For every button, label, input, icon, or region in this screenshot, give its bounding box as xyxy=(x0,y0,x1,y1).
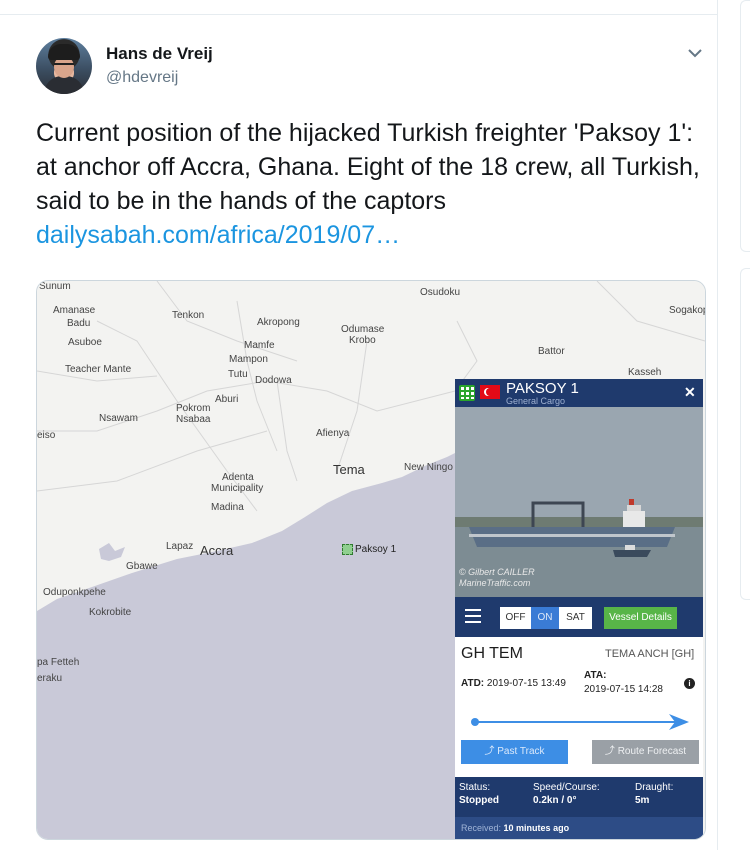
vessel-name: PAKSOY 1 xyxy=(506,380,579,397)
map-place-label: Akropong xyxy=(257,317,300,328)
panel-controls: OFF ON SAT Vessel Details xyxy=(455,597,703,637)
avatar[interactable] xyxy=(36,38,92,94)
speed-course: Speed/Course: 0.2kn / 0° xyxy=(533,781,600,807)
map-place-label: eraku xyxy=(37,673,63,684)
map-place-label: Sunum xyxy=(39,281,71,292)
draught-label: Draught: xyxy=(635,782,674,793)
sidebar-card xyxy=(740,268,750,600)
map-place-label: Kasseh xyxy=(628,367,662,378)
status: Status: Stopped xyxy=(459,781,499,807)
photo-credit: © Gilbert CAILLER MarineTraffic.com xyxy=(459,567,535,589)
author-name[interactable]: Hans de Vreij xyxy=(106,44,213,64)
map-place-label: Tutu xyxy=(228,369,248,380)
vessel-details-button[interactable]: Vessel Details xyxy=(604,607,677,629)
map-place-label: Madina xyxy=(211,502,244,513)
status-value: Stopped xyxy=(459,795,499,806)
past-track-button[interactable]: ⤴ Past Track xyxy=(461,740,568,764)
atd: ATD: 2019-07-15 13:49 xyxy=(461,678,566,689)
status-bar: Status: Stopped Speed/Course: 0.2kn / 0°… xyxy=(455,777,703,817)
received: Received: 10 minutes ago xyxy=(455,817,703,839)
vessel-panel: PAKSOY 1 General Cargo ✕ © Gilbert CAILL… xyxy=(455,379,703,839)
draught-value: 5m xyxy=(635,795,650,806)
port-destination: TEMA ANCH [GH] xyxy=(605,648,695,660)
map-place-label: Pokrom xyxy=(176,403,211,414)
map-place-label: Afienya xyxy=(316,428,350,439)
map-place-label: Nsabaa xyxy=(176,414,211,425)
received-label: Received: xyxy=(461,823,502,833)
map-place-label: Teacher Mante xyxy=(65,364,132,375)
map-place-label: Battor xyxy=(538,346,565,357)
top-divider xyxy=(0,14,717,15)
atd-label: ATD: xyxy=(461,678,485,689)
map-place-label: Krobo xyxy=(349,335,376,346)
vessel-marker-label: Paksoy 1 xyxy=(355,544,397,556)
tweet-body: Current position of the hijacked Turkish… xyxy=(36,119,700,215)
map-place-label: Adenta xyxy=(222,472,254,483)
map-place-label: Badu xyxy=(67,318,91,329)
map-place-label: Sogakop xyxy=(669,305,706,316)
turkey-flag-icon xyxy=(480,385,500,399)
vessel-marker[interactable]: Paksoy 1 xyxy=(342,544,396,555)
map-place-label: Tenkon xyxy=(172,310,205,321)
vessel-type: General Cargo xyxy=(506,396,566,406)
photo-credit-author: © Gilbert CAILLER xyxy=(459,567,535,577)
ata-label: ATA: xyxy=(584,670,607,681)
map-place-label: Aburi xyxy=(215,394,239,405)
map-card[interactable]: Sunum Osudoku Sogakop Amanase Badu Tenko… xyxy=(36,280,706,840)
toggle-off[interactable]: OFF xyxy=(500,607,531,629)
chevron-down-icon[interactable] xyxy=(684,42,706,64)
voyage-info: GH TEM TEMA ANCH [GH] ATD: 2019-07-15 13… xyxy=(455,637,703,777)
map-place-label: eiso xyxy=(37,430,56,441)
tweet-link[interactable]: dailysabah.com/africa/2019/07… xyxy=(36,218,706,252)
vessel-photo[interactable]: © Gilbert CAILLER MarineTraffic.com xyxy=(455,407,703,597)
map-place-label: New Ningo xyxy=(404,462,453,473)
voyage-progress-arrow xyxy=(471,714,689,730)
info-icon[interactable]: i xyxy=(684,678,695,689)
hamburger-menu-icon[interactable] xyxy=(465,609,481,623)
map-place-label: Odumase xyxy=(341,324,385,335)
grid-icon[interactable] xyxy=(459,385,475,401)
map-place-label: Osudoku xyxy=(420,287,461,298)
toggle-sat[interactable]: SAT xyxy=(559,607,592,629)
map-place-label: Lapaz xyxy=(166,541,194,552)
timeline-border xyxy=(717,0,718,850)
toggle-on[interactable]: ON xyxy=(531,607,559,629)
map-place-label: Tema xyxy=(333,462,365,477)
vessel-panel-header: PAKSOY 1 General Cargo ✕ xyxy=(455,379,703,407)
route-forecast-button[interactable]: ⤴ Route Forecast xyxy=(592,740,699,764)
draught: Draught: 5m xyxy=(635,781,673,807)
route-forecast-label: Route Forecast xyxy=(617,746,687,757)
received-value: 10 minutes ago xyxy=(503,823,570,833)
speed-label: Speed/Course: xyxy=(533,782,600,793)
vessel-marker-icon xyxy=(342,544,353,555)
sidebar-card xyxy=(740,0,750,252)
map-place-label: Dodowa xyxy=(255,375,292,386)
author-handle[interactable]: @hdevreij xyxy=(106,69,178,87)
map-place-label: pa Fetteh xyxy=(37,657,80,668)
map-place-label: Mampon xyxy=(229,354,268,365)
ata-value: 2019-07-15 14:28 xyxy=(584,684,663,695)
atd-value: 2019-07-15 13:49 xyxy=(486,678,566,689)
map-place-label: Gbawe xyxy=(126,561,158,572)
map-place-label: Mamfe xyxy=(244,340,275,351)
map-place-label: Oduponkpehe xyxy=(43,587,106,598)
map-place-label: Nsawam xyxy=(99,413,138,424)
map-place-label: Kokrobite xyxy=(89,607,132,618)
photo-credit-site: MarineTraffic.com xyxy=(459,578,531,588)
map-place-label: Asuboe xyxy=(68,337,102,348)
tweet-text: Current position of the hijacked Turkish… xyxy=(36,116,706,252)
map-place-label: Accra xyxy=(200,543,234,558)
status-label: Status: xyxy=(459,782,491,793)
map-place-label: Amanase xyxy=(53,305,96,316)
map-place-label: Municipality xyxy=(211,483,264,494)
ata: ATA: 2019-07-15 14:28 xyxy=(584,669,663,697)
close-icon[interactable]: ✕ xyxy=(684,384,696,401)
past-track-label: Past Track xyxy=(497,746,545,757)
speed-value: 0.2kn / 0° xyxy=(533,795,577,806)
port-code: GH TEM xyxy=(461,645,523,662)
